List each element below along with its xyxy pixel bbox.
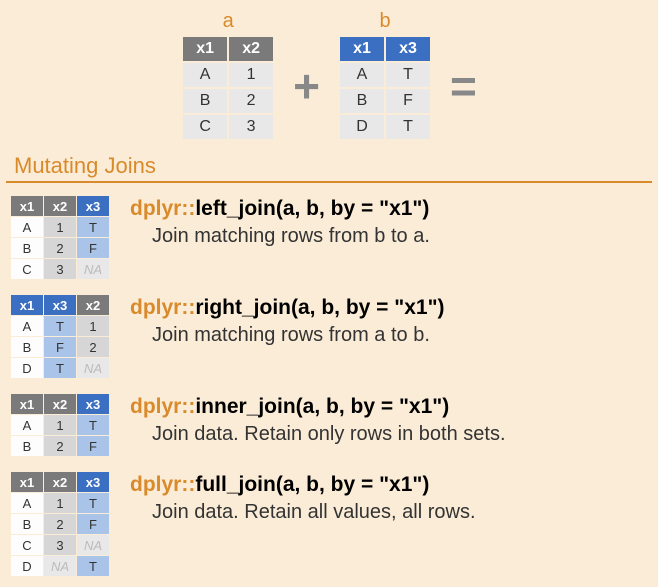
cell: 1 — [44, 493, 76, 513]
join-row: x1x2x3A1TB2FC3NA dplyr::left_join(a, b, b… — [0, 191, 658, 290]
fn-package: dplyr:: — [130, 473, 195, 496]
cell: 3 — [44, 259, 76, 279]
cell: D — [11, 556, 43, 576]
cell: F — [77, 436, 109, 456]
joins-container: x1x2x3A1TB2FC3NAdplyr::left_join(a, b, b… — [0, 191, 658, 587]
cell: T — [77, 415, 109, 435]
col-header: x1 — [11, 472, 43, 492]
col-header: x3 — [44, 295, 76, 315]
cell: A — [183, 63, 227, 87]
cell: NA — [77, 535, 109, 555]
cell: T — [77, 217, 109, 237]
table-b-wrap: b x1x3ATBFDT — [338, 10, 432, 141]
col-header: x3 — [77, 196, 109, 216]
table-a-wrap: a x1x2A1B2C3 — [181, 10, 275, 141]
label-a: a — [181, 10, 275, 33]
equals-icon: = — [450, 43, 477, 109]
cell: B — [183, 89, 227, 113]
cell: F — [44, 337, 76, 357]
fn-description: Join matching rows from a to b. — [152, 324, 648, 347]
cell: 2 — [77, 337, 109, 357]
col-header: x1 — [11, 196, 43, 216]
label-b: b — [338, 10, 432, 33]
fn-package: dplyr:: — [130, 395, 195, 418]
fn-description: Join data. Retain all values, all rows. — [152, 501, 648, 524]
fn-package: dplyr:: — [130, 296, 195, 319]
fn-signature: inner_join(a, b, by = "x1") — [195, 395, 449, 418]
cell: 1 — [229, 63, 273, 87]
result-table: x1x2x3 A1T B2F — [10, 393, 110, 457]
cell: 1 — [44, 415, 76, 435]
fn-description: Join data. Retain only rows in both sets… — [152, 423, 648, 446]
fn-signature: full_join(a, b, by = "x1") — [195, 473, 429, 496]
join-text: dplyr::full_join(a, b, by = "x1")Join da… — [130, 471, 648, 524]
result-table: x1x2x3A1TB2FC3NADNAT — [10, 471, 110, 577]
cell: B — [11, 436, 43, 456]
cell: F — [77, 238, 109, 258]
cell: T — [386, 115, 430, 139]
cell: 2 — [44, 436, 76, 456]
result-table: x1x3x2AT1BF2DTNA — [10, 294, 110, 379]
cell: T — [77, 493, 109, 513]
cell: 3 — [229, 115, 273, 139]
cell: F — [77, 514, 109, 534]
col-header: x3 — [386, 37, 430, 61]
col-header: x2 — [44, 196, 76, 216]
fn-signature: left_join(a, b, by = "x1") — [195, 197, 429, 220]
cell: A — [11, 415, 43, 435]
fn-description: Join matching rows from b to a. — [152, 225, 648, 248]
cell: A — [11, 217, 43, 237]
cell: 1 — [77, 316, 109, 336]
join-text: dplyr::left_join(a, b, by = "x1")Join ma… — [130, 195, 648, 248]
header-row: a x1x2A1B2C3 + b x1x3ATBFDT = — [0, 0, 658, 147]
cell: NA — [44, 556, 76, 576]
cell: C — [11, 259, 43, 279]
cell: B — [11, 238, 43, 258]
cell: T — [44, 316, 76, 336]
cell: T — [386, 63, 430, 87]
cell: 1 — [44, 217, 76, 237]
col-header: x1 — [11, 394, 43, 414]
cell: T — [44, 358, 76, 378]
cell: D — [11, 358, 43, 378]
cell: B — [11, 337, 43, 357]
join-text: dplyr::right_join(a, b, by = "x1")Join m… — [130, 294, 648, 347]
col-header: x1 — [11, 295, 43, 315]
table-b: x1x3ATBFDT — [338, 35, 432, 141]
cell: B — [340, 89, 384, 113]
fn-package: dplyr:: — [130, 197, 195, 220]
cell: A — [11, 316, 43, 336]
cell: NA — [77, 358, 109, 378]
col-header: x3 — [77, 472, 109, 492]
cell: A — [11, 493, 43, 513]
col-header: x1 — [340, 37, 384, 61]
join-text: dplyr::inner_join(a, b, by = "x1")Join d… — [130, 393, 648, 446]
cell: A — [340, 63, 384, 87]
cell: 2 — [44, 238, 76, 258]
table-a: x1x2A1B2C3 — [181, 35, 275, 141]
cell: B — [11, 514, 43, 534]
cell: 2 — [229, 89, 273, 113]
col-header: x2 — [229, 37, 273, 61]
cell: 3 — [44, 535, 76, 555]
cell: D — [340, 115, 384, 139]
join-row: x1x2x3A1TB2FC3NADNATdplyr::full_join(a, … — [0, 467, 658, 587]
cell: 2 — [44, 514, 76, 534]
result-table: x1x2x3 A1T B2F C3NA — [10, 195, 110, 280]
section-title: Mutating Joins — [6, 149, 652, 183]
cell: NA — [77, 259, 109, 279]
cell: F — [386, 89, 430, 113]
join-row: x1x2x3A1TB2Fdplyr::inner_join(a, b, by =… — [0, 389, 658, 467]
cell: T — [77, 556, 109, 576]
fn-signature: right_join(a, b, by = "x1") — [195, 296, 444, 319]
col-header: x3 — [77, 394, 109, 414]
col-header: x1 — [183, 37, 227, 61]
col-header: x2 — [44, 472, 76, 492]
col-header: x2 — [77, 295, 109, 315]
cell: C — [183, 115, 227, 139]
plus-icon: + — [293, 43, 320, 109]
cell: C — [11, 535, 43, 555]
join-row: x1x3x2AT1BF2DTNAdplyr::right_join(a, b, … — [0, 290, 658, 389]
col-header: x2 — [44, 394, 76, 414]
